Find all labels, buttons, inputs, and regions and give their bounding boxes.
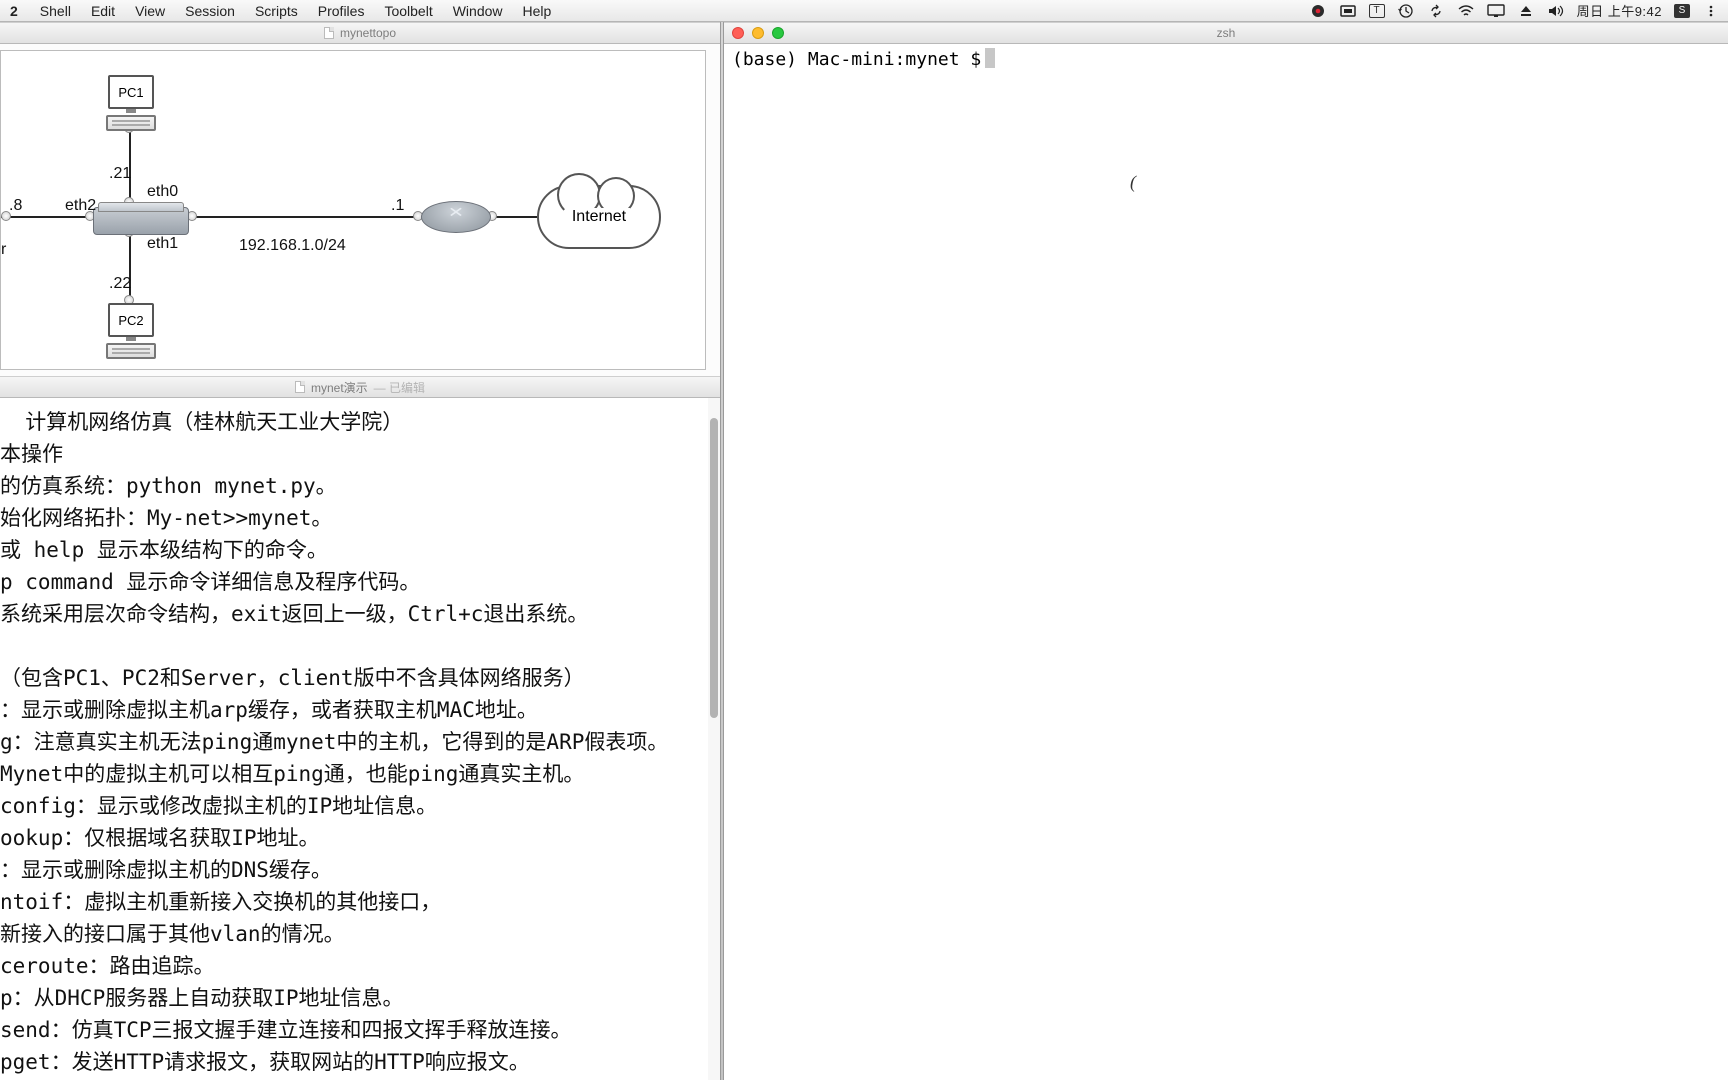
topology-panel: PC1 PC2 Internet .8 r eth2 eth0 e: [0, 44, 720, 376]
menu-session[interactable]: Session: [175, 3, 245, 19]
terminal-body[interactable]: (base) Mac-mini:mynet $ (: [724, 44, 1728, 1080]
node-pc2[interactable]: PC2: [101, 303, 161, 359]
traffic-lights: [732, 27, 784, 39]
label-addr-21: .21: [109, 165, 131, 183]
sync-icon[interactable]: [1427, 2, 1445, 20]
doc-scroll-thumb[interactable]: [710, 418, 718, 718]
label-eth0: eth0: [147, 183, 178, 201]
menu-toolbelt[interactable]: Toolbelt: [374, 3, 442, 19]
doc-window-titlebar[interactable]: mynet演示 — 已编辑: [0, 376, 720, 398]
doc-scrollbar[interactable]: [708, 398, 720, 1080]
topo-window-titlebar[interactable]: mynettopo: [0, 22, 720, 44]
text-caret-mark: (: [1130, 172, 1136, 193]
terminal-prompt: (base) Mac-mini:mynet $: [732, 49, 981, 70]
menu-window[interactable]: Window: [443, 3, 513, 19]
menu-shell[interactable]: Shell: [30, 3, 81, 19]
maximize-button[interactable]: [772, 27, 784, 39]
menu-help[interactable]: Help: [513, 3, 562, 19]
doc-text[interactable]: 计算机网络仿真（桂林航天工业大学院） 本操作 的仿真系统：python myne…: [0, 398, 720, 1080]
minimize-button[interactable]: [752, 27, 764, 39]
screenshot-icon[interactable]: [1339, 2, 1357, 20]
eject-icon[interactable]: [1517, 2, 1535, 20]
doc-window-subtitle: — 已编辑: [374, 379, 425, 396]
menu-bar: 2 Shell Edit View Session Scripts Profil…: [0, 0, 1728, 22]
menu-edit[interactable]: Edit: [81, 3, 125, 19]
label-addr-22: .22: [109, 275, 131, 293]
label-eth1: eth1: [147, 235, 178, 253]
menu-clock[interactable]: 周日 上午9:42: [1577, 1, 1662, 20]
menu-app-suffix[interactable]: 2: [8, 3, 30, 19]
terminal-title: zsh: [1217, 26, 1236, 40]
pc2-label: PC2: [118, 313, 143, 328]
label-addr-1: .1: [391, 197, 404, 215]
record-icon[interactable]: [1309, 2, 1327, 20]
terminal-titlebar[interactable]: zsh: [724, 22, 1728, 44]
wifi-icon[interactable]: [1457, 2, 1475, 20]
node-switch[interactable]: [93, 207, 189, 235]
label-addr-r: r: [1, 241, 6, 259]
topology-canvas[interactable]: PC1 PC2 Internet .8 r eth2 eth0 e: [0, 50, 706, 370]
wire-switch-router: [191, 216, 421, 218]
todo-icon[interactable]: T: [1369, 4, 1385, 18]
timemachine-icon[interactable]: [1397, 2, 1415, 20]
close-button[interactable]: [732, 27, 744, 39]
internet-label: Internet: [568, 208, 630, 226]
node-pc1[interactable]: PC1: [101, 75, 161, 131]
node-router[interactable]: [421, 201, 491, 233]
left-column: mynettopo PC1: [0, 22, 720, 1080]
menu-extra-icon[interactable]: [1702, 2, 1720, 20]
doc-panel: 计算机网络仿真（桂林航天工业大学院） 本操作 的仿真系统：python myne…: [0, 398, 720, 1080]
menu-view[interactable]: View: [125, 3, 175, 19]
node-internet[interactable]: Internet: [537, 185, 661, 249]
menu-profiles[interactable]: Profiles: [308, 3, 375, 19]
topo-window-title: mynettopo: [340, 26, 396, 40]
label-eth2: eth2: [65, 197, 96, 215]
label-subnet: 192.168.1.0/24: [239, 237, 346, 255]
document-icon: [324, 27, 334, 39]
menu-right: T 周日 上午9:42 S: [1309, 1, 1720, 20]
label-addr-8: .8: [9, 197, 22, 215]
menu-scripts[interactable]: Scripts: [245, 3, 308, 19]
terminal-cursor: [985, 48, 995, 68]
wire-left: [1, 216, 91, 218]
menu-left: 2 Shell Edit View Session Scripts Profil…: [8, 3, 561, 19]
pc1-label: PC1: [118, 85, 143, 100]
volume-icon[interactable]: [1547, 2, 1565, 20]
ime-icon[interactable]: S: [1674, 4, 1690, 18]
terminal-window: zsh (base) Mac-mini:mynet $ (: [724, 22, 1728, 1080]
document-icon: [295, 381, 305, 393]
doc-window-title: mynet演示: [311, 379, 368, 396]
display-icon[interactable]: [1487, 2, 1505, 20]
